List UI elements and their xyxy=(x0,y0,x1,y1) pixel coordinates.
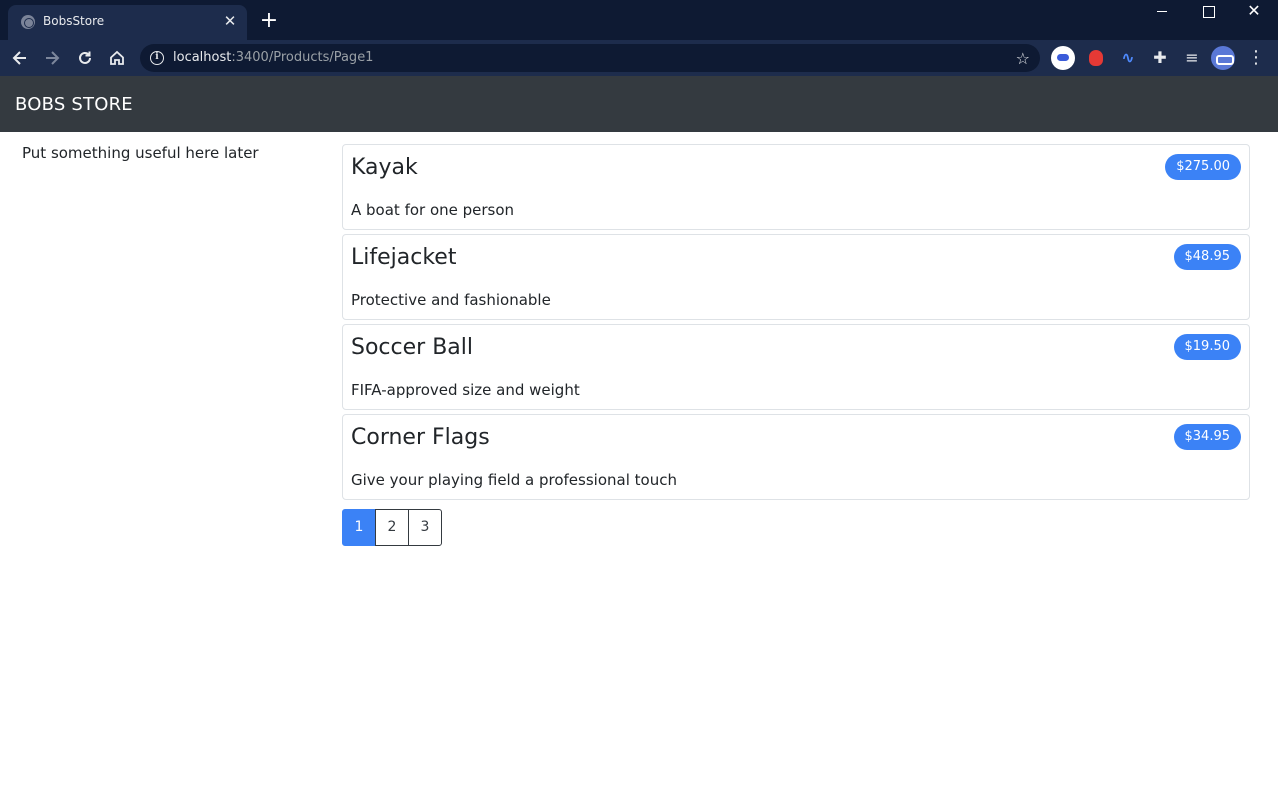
product-name: Corner Flags xyxy=(351,425,490,450)
puzzle-icon[interactable]: ✚ xyxy=(1148,46,1172,70)
window-close-icon[interactable]: ✕ xyxy=(1231,0,1277,24)
page-button-1[interactable]: 1 xyxy=(342,509,376,546)
playlist-icon[interactable]: ≡ xyxy=(1180,46,1204,70)
product-name: Soccer Ball xyxy=(351,335,473,360)
price-badge: $275.00 xyxy=(1165,154,1241,180)
price-badge: $19.50 xyxy=(1173,334,1241,360)
reload-icon[interactable] xyxy=(71,44,99,72)
url-text: localhost:3400/Products/Page1 xyxy=(173,50,374,65)
kebab-menu-icon[interactable]: ⋮ xyxy=(1246,46,1266,70)
product-card: Corner Flags $34.95 Give your playing fi… xyxy=(342,414,1250,500)
page-button-3[interactable]: 3 xyxy=(408,509,442,546)
product-card: Kayak $275.00 A boat for one person xyxy=(342,144,1250,230)
plus-icon[interactable]: + xyxy=(258,10,280,32)
tab-title: BobsStore xyxy=(43,14,105,28)
product-description: Give your playing field a professional t… xyxy=(351,471,677,489)
info-icon[interactable]: i xyxy=(150,51,164,65)
profile-avatar-icon[interactable] xyxy=(1211,46,1235,70)
arrow-left-icon[interactable] xyxy=(6,44,34,72)
minimize-icon[interactable] xyxy=(1139,0,1185,24)
extension-wave-icon[interactable]: ∿ xyxy=(1116,46,1140,70)
product-name: Kayak xyxy=(351,155,418,180)
product-description: A boat for one person xyxy=(351,201,515,219)
home-icon[interactable] xyxy=(103,44,131,72)
product-description: Protective and fashionable xyxy=(351,291,551,309)
price-badge: $48.95 xyxy=(1173,244,1241,270)
sidebar-placeholder: Put something useful here later xyxy=(22,144,259,162)
browser-titlebar: BobsStore ✕ + ✕ xyxy=(0,0,1278,40)
extension-avatar-icon[interactable] xyxy=(1051,46,1075,70)
product-description: FIFA-approved size and weight xyxy=(351,381,580,399)
product-name: Lifejacket xyxy=(351,245,457,270)
extension-hand-icon[interactable] xyxy=(1084,46,1108,70)
maximize-icon[interactable] xyxy=(1185,0,1231,24)
brand-title: BOBS STORE xyxy=(15,94,133,115)
arrow-right-icon[interactable] xyxy=(38,44,66,72)
address-bar[interactable]: i localhost:3400/Products/Page1 ☆ xyxy=(140,44,1040,72)
product-list: Kayak $275.00 A boat for one person Life… xyxy=(342,144,1250,504)
pagination: 1 2 3 xyxy=(342,509,442,546)
product-card: Soccer Ball $19.50 FIFA-approved size an… xyxy=(342,324,1250,410)
product-card: Lifejacket $48.95 Protective and fashion… xyxy=(342,234,1250,320)
price-badge: $34.95 xyxy=(1173,424,1241,450)
star-icon[interactable]: ☆ xyxy=(1016,49,1030,68)
globe-icon xyxy=(21,15,35,29)
browser-tab[interactable]: BobsStore ✕ xyxy=(8,5,247,40)
browser-toolbar: i localhost:3400/Products/Page1 ☆ ∿ ✚ ≡ … xyxy=(0,40,1278,76)
close-icon[interactable]: ✕ xyxy=(222,13,238,29)
site-header: BOBS STORE xyxy=(0,76,1278,132)
page-button-2[interactable]: 2 xyxy=(375,509,409,546)
